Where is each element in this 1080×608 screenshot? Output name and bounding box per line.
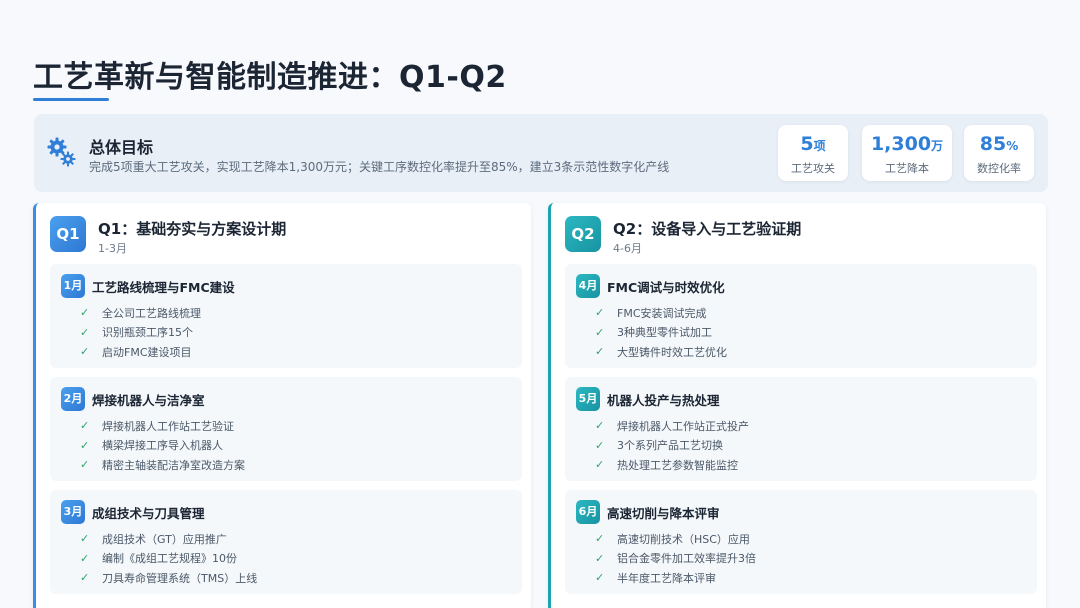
check-icon: ✓: [80, 325, 90, 339]
task-item: ✓ 刀具寿命管理系统（TMS）上线: [80, 571, 258, 585]
check-icon: ✓: [80, 345, 90, 359]
stat-card-cost-reduction: 1,300万 工艺降本: [862, 125, 952, 181]
month-task-list: ✓ 高速切削技术（HSC）应用 ✓ 铝合金零件加工效率提升3倍 ✓ 半年度工艺降本评审: [595, 529, 756, 588]
month-badge: 2月: [61, 387, 85, 411]
quarter-title: Q2：设备导入与工艺验证期: [613, 220, 802, 238]
task-item: ✓ 启动FMC建设项目: [80, 345, 192, 359]
month-title: 工艺路线梳理与FMC建设: [92, 280, 235, 295]
quarter-panel-q1: Q1 Q1：基础夯实与方案设计期 1-3月 1月 工艺路线梳理与FMC建设 ✓ 全…: [33, 203, 531, 608]
month-title: 成组技术与刀具管理: [92, 506, 205, 521]
month-task-list: ✓ 全公司工艺路线梳理 ✓ 识别瓶颈工序15个 ✓ 启动FMC建设项目: [80, 303, 201, 362]
quarter-title: Q1：基础夯实与方案设计期: [98, 220, 287, 238]
task-item: ✓ 焊接机器人工作站正式投产: [595, 419, 749, 433]
task-item: ✓ 3种典型零件试加工: [595, 325, 712, 340]
check-icon: ✓: [80, 551, 90, 565]
check-icon: ✓: [80, 419, 90, 433]
check-icon: ✓: [595, 551, 605, 565]
month-card-feb: 2月 焊接机器人与洁净室 ✓ 焊接机器人工作站工艺验证 ✓ 横梁焊接工序导入机器人 …: [50, 377, 522, 481]
month-badge: 6月: [576, 500, 600, 524]
task-item: ✓ 成组技术（GT）应用推广: [80, 532, 227, 546]
check-icon: ✓: [595, 306, 605, 320]
stat-label: 数控化率: [977, 162, 1021, 175]
month-badge: 1月: [61, 274, 85, 298]
title-underline: [33, 98, 109, 101]
task-item: ✓ 半年度工艺降本评审: [595, 571, 716, 585]
quarter-badge: Q2: [565, 216, 601, 252]
check-icon: ✓: [80, 306, 90, 320]
page-title: 工艺革新与智能制造推进：Q1-Q2: [33, 60, 507, 95]
month-card-may: 5月 机器人投产与热处理 ✓ 焊接机器人工作站正式投产 ✓ 3个系列产品工艺切换 ✓…: [565, 377, 1037, 481]
month-card-jan: 1月 工艺路线梳理与FMC建设 ✓ 全公司工艺路线梳理 ✓ 识别瓶颈工序15个 ✓ 启…: [50, 264, 522, 368]
month-card-apr: 4月 FMC调试与时效优化 ✓ FMC安装调试完成 ✓ 3种典型零件试加工 ✓ 大型铸…: [565, 264, 1037, 368]
task-item: ✓ 铝合金零件加工效率提升3倍: [595, 551, 756, 566]
gear-icon: [47, 137, 76, 167]
stat-card-cnc-rate: 85% 数控化率: [964, 125, 1034, 181]
task-item: ✓ 识别瓶颈工序15个: [80, 325, 193, 340]
task-item: ✓ 焊接机器人工作站工艺验证: [80, 419, 234, 433]
goal-banner: 总体目标 完成5项重大工艺攻关，实现工艺降本1,300万元；关键工序数控化率提升…: [34, 114, 1048, 192]
quarter-subtitle: 1-3月: [98, 242, 127, 255]
task-item: ✓ 高速切削技术（HSC）应用: [595, 532, 750, 546]
check-icon: ✓: [595, 345, 605, 359]
check-icon: ✓: [595, 571, 605, 585]
task-item: ✓ 编制《成组工艺规程》10份: [80, 551, 237, 566]
stat-value: 1,300万: [870, 133, 944, 155]
month-badge: 5月: [576, 387, 600, 411]
check-icon: ✓: [595, 419, 605, 433]
month-card-mar: 3月 成组技术与刀具管理 ✓ 成组技术（GT）应用推广 ✓ 编制《成组工艺规程》10…: [50, 490, 522, 594]
month-task-list: ✓ 成组技术（GT）应用推广 ✓ 编制《成组工艺规程》10份 ✓ 刀具寿命管理系统（T…: [80, 529, 257, 588]
goal-title: 总体目标: [89, 138, 154, 157]
check-icon: ✓: [80, 438, 90, 452]
quarter-panel-q2: Q2 Q2：设备导入与工艺验证期 4-6月 4月 FMC调试与时效优化 ✓ FMC…: [548, 203, 1046, 608]
task-item: ✓ FMC安装调试完成: [595, 306, 707, 320]
check-icon: ✓: [595, 532, 605, 546]
quarter-subtitle: 4-6月: [613, 242, 642, 255]
month-title: 机器人投产与热处理: [607, 393, 720, 408]
month-badge: 3月: [61, 500, 85, 524]
quarter-badge: Q1: [50, 216, 86, 252]
check-icon: ✓: [80, 532, 90, 546]
check-icon: ✓: [595, 325, 605, 339]
goal-description: 完成5项重大工艺攻关，实现工艺降本1,300万元；关键工序数控化率提升至85%，…: [89, 160, 670, 174]
month-task-list: ✓ FMC安装调试完成 ✓ 3种典型零件试加工 ✓ 大型铸件时效工艺优化: [595, 303, 727, 362]
check-icon: ✓: [80, 458, 90, 472]
month-task-list: ✓ 焊接机器人工作站正式投产 ✓ 3个系列产品工艺切换 ✓ 热处理工艺参数智能监控: [595, 416, 749, 475]
stat-label: 工艺降本: [885, 162, 929, 175]
month-card-jun: 6月 高速切削与降本评审 ✓ 高速切削技术（HSC）应用 ✓ 铝合金零件加工效率提升…: [565, 490, 1037, 594]
task-item: ✓ 精密主轴装配洁净室改造方案: [80, 458, 245, 472]
stat-card-projects: 5项 工艺攻关: [778, 125, 848, 181]
month-task-list: ✓ 焊接机器人工作站工艺验证 ✓ 横梁焊接工序导入机器人 ✓ 精密主轴装配洁净室改造方…: [80, 416, 245, 475]
stat-label: 工艺攻关: [791, 162, 835, 175]
stat-value: 85%: [979, 133, 1019, 155]
task-item: ✓ 3个系列产品工艺切换: [595, 438, 723, 453]
check-icon: ✓: [80, 571, 90, 585]
month-title: 高速切削与降本评审: [607, 506, 720, 521]
task-item: ✓ 横梁焊接工序导入机器人: [80, 438, 223, 453]
month-title: FMC调试与时效优化: [607, 280, 725, 295]
task-item: ✓ 热处理工艺参数智能监控: [595, 458, 738, 472]
check-icon: ✓: [595, 438, 605, 452]
task-item: ✓ 全公司工艺路线梳理: [80, 306, 201, 320]
month-badge: 4月: [576, 274, 600, 298]
task-item: ✓ 大型铸件时效工艺优化: [595, 345, 727, 359]
check-icon: ✓: [595, 458, 605, 472]
stat-value: 5项: [800, 133, 826, 155]
month-title: 焊接机器人与洁净室: [92, 393, 205, 408]
